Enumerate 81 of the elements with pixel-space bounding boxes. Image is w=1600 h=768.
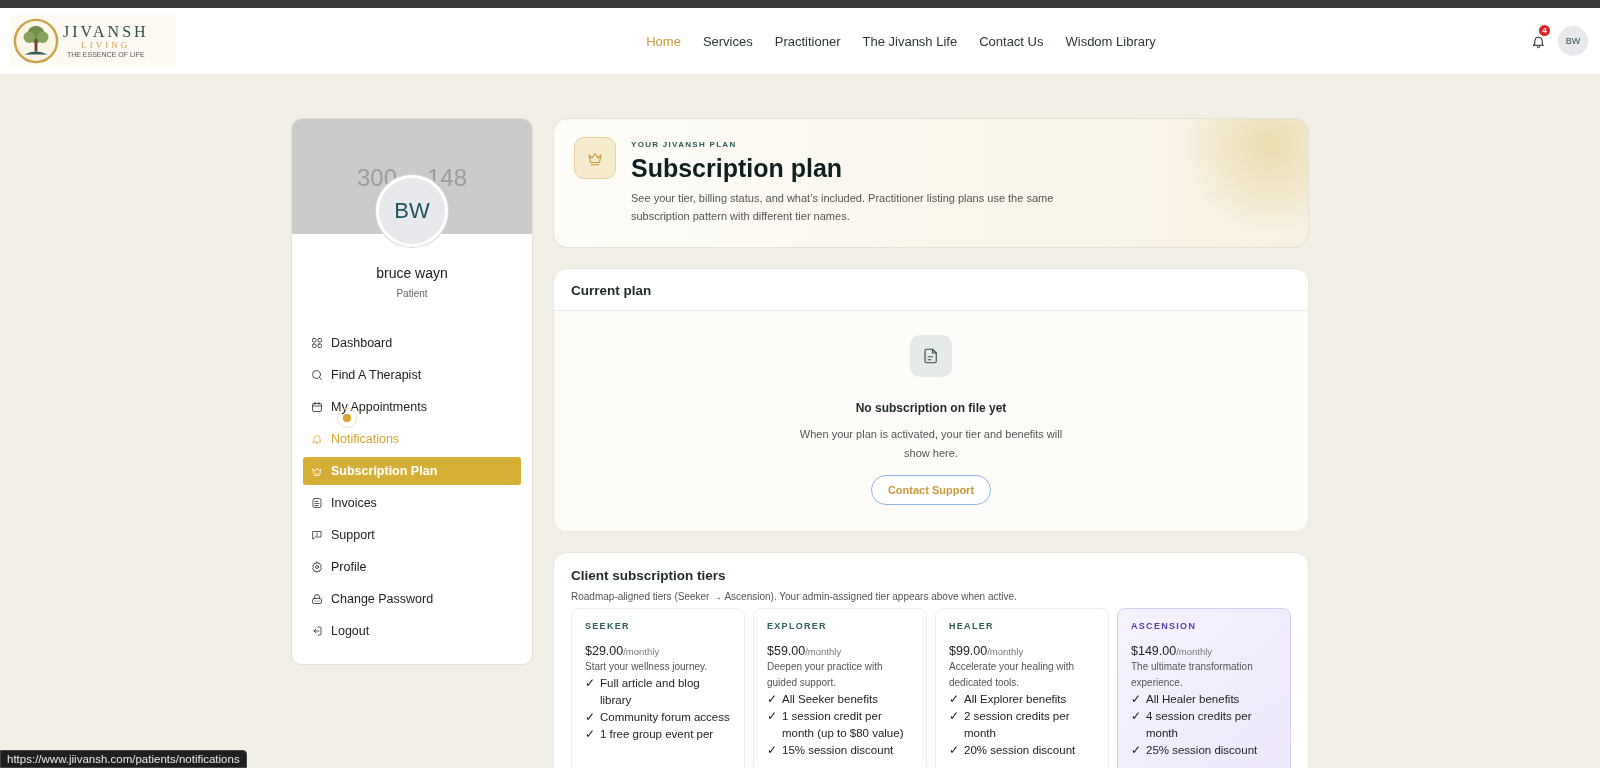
- tier-description: Deepen your practice with guided support.: [767, 660, 884, 690]
- check-mark: ✓: [767, 743, 777, 758]
- feature-text: 15% session discount: [782, 743, 894, 758]
- feature-text: All Explorer benefits: [964, 692, 1067, 707]
- logo-subtitle: LIVING: [81, 40, 131, 51]
- calendar-icon: [311, 401, 323, 413]
- tier-name: HEALER: [949, 621, 995, 631]
- sidebar-item[interactable]: Invoices: [303, 489, 521, 517]
- feature-text: 25% session discount: [1146, 743, 1258, 758]
- tier-description: Accelerate your healing with dedicated tools.: [949, 660, 1076, 690]
- feature-text: All Healer benefits: [1146, 692, 1240, 707]
- check-mark: ✓: [767, 709, 777, 724]
- empty-title: No subscription on file yet: [855, 401, 1007, 415]
- sidebar-item[interactable]: Logout: [303, 617, 521, 645]
- eyebrow-label: YOUR JIVANSH PLAN: [631, 140, 738, 149]
- tier-name: ASCENSION: [1131, 621, 1198, 631]
- lock-icon: [311, 593, 323, 605]
- check-mark: ✓: [767, 692, 777, 707]
- profile-role: Patient: [395, 288, 429, 299]
- tier-price: $59.00: [767, 644, 806, 658]
- tier-name: SEEKER: [585, 621, 631, 631]
- search-icon: [311, 369, 323, 381]
- tier-price: $29.00: [585, 644, 624, 658]
- feature-text: Full article and blog library: [600, 676, 701, 708]
- nav-link[interactable]: Contact Us: [979, 33, 1044, 49]
- gear-icon: [311, 561, 323, 573]
- grid-icon: [311, 337, 323, 349]
- notification-count: 4: [1539, 24, 1550, 36]
- tier-description: Start your wellness journey.: [585, 660, 709, 674]
- sidebar-item[interactable]: Find A Therapist: [303, 361, 521, 389]
- check-mark: ✓: [1131, 692, 1141, 707]
- check-mark: ✓: [949, 709, 959, 724]
- chat-icon: [311, 529, 323, 541]
- price-period: /monthly: [987, 646, 1024, 657]
- nav-link[interactable]: Wisdom Library: [1065, 33, 1156, 49]
- feature-text: Community forum access: [600, 710, 730, 725]
- tier-description: The ultimate transformation experience.: [1131, 660, 1254, 690]
- crown-icon: [311, 465, 323, 477]
- profile-name: bruce wayn: [375, 265, 449, 281]
- invoice-icon: [311, 497, 323, 509]
- feature-text: 4 session credits per month: [1146, 709, 1253, 741]
- logo-text: JIVANSH: [63, 23, 149, 40]
- empty-text: When your plan is activated, your tier and benefits will show here.: [798, 427, 1064, 461]
- feature-text: 1 free group event per: [600, 727, 714, 742]
- tier-name: EXPLORER: [767, 621, 828, 631]
- tier-price: $149.00: [1131, 644, 1177, 658]
- check-mark: ✓: [585, 676, 595, 691]
- bell-icon[interactable]: [1531, 33, 1546, 49]
- user-avatar[interactable]: BW: [1558, 26, 1588, 56]
- sidebar-item[interactable]: Support: [303, 521, 521, 549]
- check-mark: ✓: [1131, 709, 1141, 724]
- sidebar-item[interactable]: My Appointments: [303, 393, 521, 421]
- check-mark: ✓: [585, 710, 595, 725]
- document-icon: [922, 347, 940, 365]
- sidebar-item[interactable]: Dashboard: [303, 329, 521, 357]
- sidebar-item[interactable]: Change Password: [303, 585, 521, 613]
- check-mark: ✓: [1131, 743, 1141, 758]
- card-subtitle: Roadmap-aligned tiers (Seeker → Ascension). Your admin-assigned tier appears above when active.: [571, 591, 1018, 602]
- price-period: /monthly: [1176, 646, 1213, 657]
- card-title: Client subscription tiers: [571, 568, 727, 583]
- check-mark: ✓: [949, 692, 959, 707]
- card-title: Current plan: [571, 283, 653, 298]
- price-period: /monthly: [805, 646, 842, 657]
- feature-text: 2 session credits per month: [964, 709, 1071, 741]
- page-description: See your tier, billing status, and what’s included. Practitioner listing plans use the same subscription pattern with different tier names.: [631, 191, 1055, 224]
- check-mark: ✓: [949, 743, 959, 758]
- nav-link[interactable]: Practitioner: [774, 33, 841, 49]
- page-title: Subscription plan: [631, 154, 844, 183]
- feature-text: 1 session credit per month (up to $80 value): [782, 709, 905, 741]
- tree-logo-icon: [13, 18, 59, 64]
- feature-text: All Seeker benefits: [782, 692, 878, 707]
- sidebar-item[interactable]: Profile: [303, 553, 521, 581]
- price-period: /monthly: [623, 646, 660, 657]
- bell-icon: [311, 433, 323, 445]
- tier-price: $99.00: [949, 644, 988, 658]
- logout-icon: [311, 625, 323, 637]
- status-url: https://www.jiivansh.com/patients/notifications: [0, 750, 247, 768]
- nav-link[interactable]: The Jivansh Life: [862, 33, 958, 49]
- check-mark: ✓: [585, 727, 595, 742]
- feature-text: 20% session discount: [964, 743, 1076, 758]
- nav-link[interactable]: Services: [702, 33, 753, 49]
